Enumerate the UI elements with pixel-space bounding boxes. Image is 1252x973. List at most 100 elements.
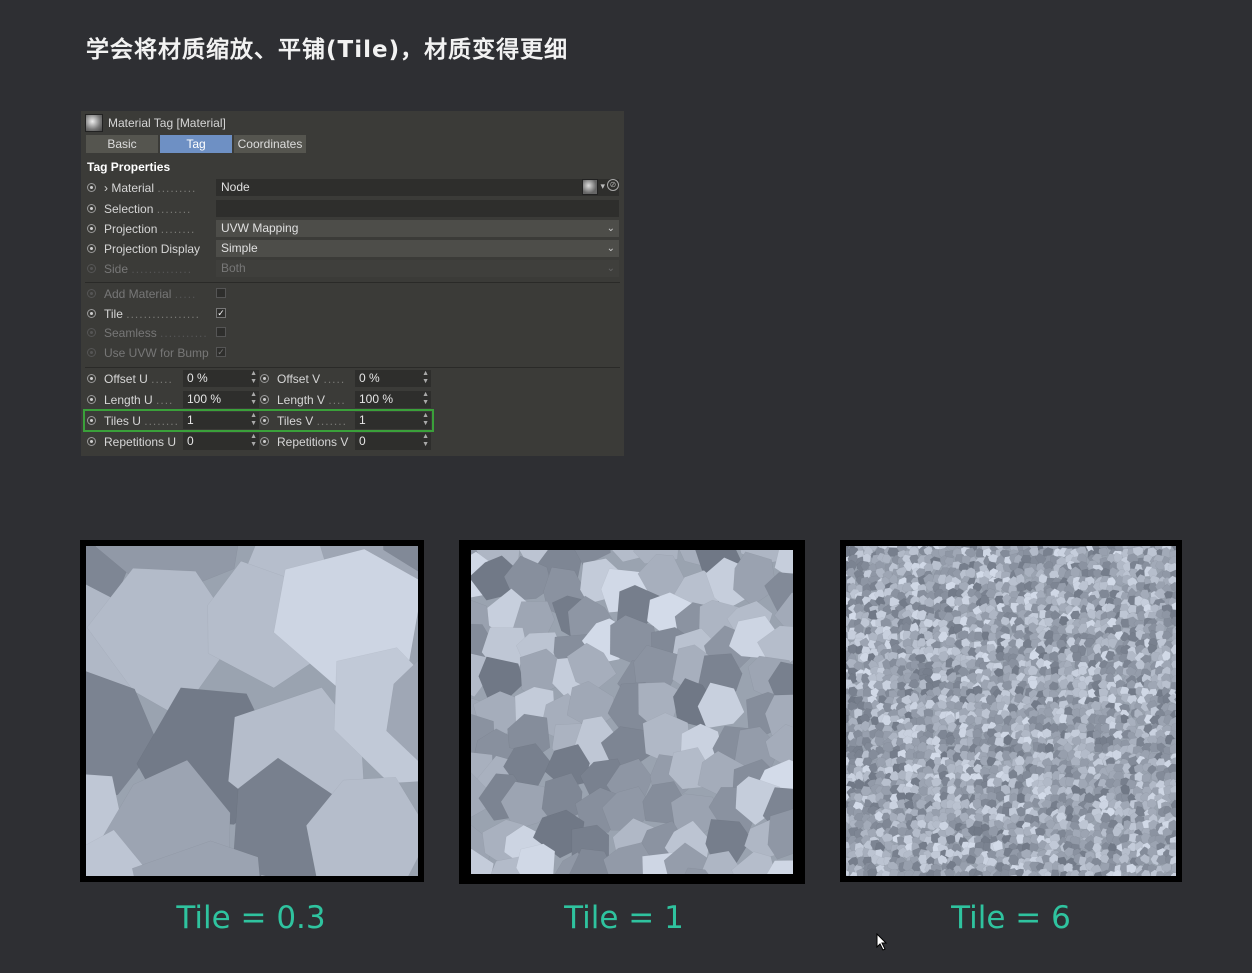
add-material-row: Add Material ..... xyxy=(81,285,624,303)
animate-radio-icon[interactable] xyxy=(87,224,96,233)
projection-value: UVW Mapping xyxy=(221,221,299,235)
repetitions-row: Repetitions U 0 ▲ ▼ Repetitions V 0 ▲ ▼ xyxy=(81,433,624,451)
voronoi-texture-fine xyxy=(846,546,1176,876)
seamless-row: Seamless ........... xyxy=(81,324,624,342)
animate-radio-icon[interactable] xyxy=(87,204,96,213)
use-uvw-bump-label: Use UVW for Bump xyxy=(104,346,209,360)
section-title: Tag Properties xyxy=(87,160,171,174)
spinner-arrows-icon[interactable]: ▲ ▼ xyxy=(250,370,257,386)
length-v-field[interactable]: 100 % ▲ ▼ xyxy=(355,391,431,408)
tab-bar: Basic Tag Coordinates xyxy=(86,135,308,153)
selection-field[interactable] xyxy=(216,200,619,217)
selection-label: Selection xyxy=(104,202,154,216)
animate-radio-icon[interactable] xyxy=(87,374,96,383)
selection-row: Selection ........ xyxy=(81,200,624,218)
preview-tile-1 xyxy=(459,540,805,884)
spinner-arrows-icon[interactable]: ▲ ▼ xyxy=(250,391,257,407)
material-sphere-icon xyxy=(582,179,599,195)
tile-label: Tile xyxy=(104,307,123,321)
spinner-arrows-icon[interactable]: ▲ ▼ xyxy=(422,391,429,407)
repetitions-v-field[interactable]: 0 ▲ ▼ xyxy=(355,433,431,450)
projection-display-label: Projection Display xyxy=(104,242,201,256)
tile-row: Tile ................. ✓ xyxy=(81,305,624,323)
chevron-down-icon: ⌄ xyxy=(606,263,615,274)
divider xyxy=(85,282,620,283)
add-material-label: Add Material xyxy=(104,287,172,301)
animate-radio-icon xyxy=(87,289,96,298)
animate-radio-icon[interactable] xyxy=(87,244,96,253)
chevron-down-icon[interactable]: ▾ xyxy=(600,179,605,195)
offset-u-field[interactable]: 0 % ▲ ▼ xyxy=(183,370,259,387)
material-label: › Material xyxy=(104,181,155,195)
tiles-v-field[interactable]: 1 ▲ ▼ xyxy=(355,412,431,429)
projection-select[interactable]: UVW Mapping ⌄ xyxy=(216,220,619,237)
projection-row: Projection ........ UVW Mapping ⌄ xyxy=(81,220,624,238)
animate-radio-icon[interactable] xyxy=(87,309,96,318)
length-u-value: 100 % xyxy=(187,392,222,406)
projection-display-select[interactable]: Simple ⌄ xyxy=(216,240,619,257)
offset-u-value: 0 % xyxy=(187,371,208,385)
caption-tile-6: Tile = 6 xyxy=(951,900,1071,936)
material-tag-icon xyxy=(85,114,103,132)
use-uvw-bump-row: Use UVW for Bump ✓ xyxy=(81,344,624,362)
spinner-arrows-icon[interactable]: ▲ ▼ xyxy=(250,433,257,449)
spinner-arrows-icon[interactable]: ▲ ▼ xyxy=(422,370,429,386)
panel-header-title: Material Tag [Material] xyxy=(108,116,226,130)
repetitions-u-label: Repetitions U xyxy=(104,435,177,449)
use-uvw-bump-checkbox: ✓ xyxy=(216,347,226,357)
divider xyxy=(85,367,620,368)
link-icon[interactable]: ⊘ xyxy=(607,179,619,191)
projection-display-row: Projection Display Simple ⌄ xyxy=(81,240,624,258)
side-value: Both xyxy=(221,261,246,275)
offset-row: Offset U ..... 0 % ▲ ▼ Offset V ..... 0 %… xyxy=(81,370,624,388)
tiles-v-label: Tiles V xyxy=(277,414,314,428)
offset-u-label: Offset U xyxy=(104,372,148,386)
caption-tile-0-3: Tile = 0.3 xyxy=(176,900,326,936)
animate-radio-icon xyxy=(87,348,96,357)
side-row: Side .............. Both ⌄ xyxy=(81,260,624,278)
material-row: › Material ......... Node ▾ ⊘ xyxy=(81,179,624,197)
material-field[interactable]: Node ▾ ⊘ xyxy=(216,179,619,196)
side-label: Side xyxy=(104,262,129,276)
tiles-u-field[interactable]: 1 ▲ ▼ xyxy=(183,412,259,429)
offset-v-label: Offset V xyxy=(277,372,321,386)
spinner-arrows-icon[interactable]: ▲ ▼ xyxy=(422,412,429,428)
length-row: Length U .... 100 % ▲ ▼ Length V .... 100… xyxy=(81,391,624,409)
animate-radio-icon[interactable] xyxy=(260,374,269,383)
chevron-down-icon: ⌄ xyxy=(606,223,615,234)
animate-radio-icon[interactable] xyxy=(260,437,269,446)
animate-radio-icon[interactable] xyxy=(87,416,96,425)
tab-tag[interactable]: Tag xyxy=(160,135,232,153)
preview-tile-0-3 xyxy=(80,540,424,882)
animate-radio-icon[interactable] xyxy=(87,395,96,404)
animate-radio-icon[interactable] xyxy=(260,395,269,404)
spinner-arrows-icon[interactable]: ▲ ▼ xyxy=(250,412,257,428)
voronoi-texture-medium xyxy=(471,550,793,874)
material-tag-panel: Material Tag [Material] Basic Tag Coordi… xyxy=(81,111,624,456)
projection-display-value: Simple xyxy=(221,241,258,255)
chevron-down-icon: ⌄ xyxy=(606,243,615,254)
panel-header: Material Tag [Material] xyxy=(85,114,226,132)
repetitions-u-value: 0 xyxy=(187,434,194,448)
tab-coordinates[interactable]: Coordinates xyxy=(234,135,306,153)
repetitions-u-field[interactable]: 0 ▲ ▼ xyxy=(183,433,259,450)
tiles-u-value: 1 xyxy=(187,413,194,427)
tiles-u-label: Tiles U xyxy=(104,414,141,428)
repetitions-v-label: Repetitions V xyxy=(277,435,349,449)
animate-radio-icon[interactable] xyxy=(87,183,96,192)
spinner-arrows-icon[interactable]: ▲ ▼ xyxy=(422,433,429,449)
animate-radio-icon xyxy=(87,264,96,273)
projection-label: Projection xyxy=(104,222,158,236)
tiles-row: Tiles U ........ 1 ▲ ▼ Tiles V ....... 1 … xyxy=(81,409,624,432)
side-select: Both ⌄ xyxy=(216,260,619,277)
animate-radio-icon[interactable] xyxy=(260,416,269,425)
animate-radio-icon[interactable] xyxy=(87,437,96,446)
tile-checkbox[interactable]: ✓ xyxy=(216,308,226,318)
tab-basic[interactable]: Basic xyxy=(86,135,158,153)
preview-tile-6 xyxy=(840,540,1182,882)
length-u-field[interactable]: 100 % ▲ ▼ xyxy=(183,391,259,408)
caption-tile-1: Tile = 1 xyxy=(564,900,684,936)
offset-v-field[interactable]: 0 % ▲ ▼ xyxy=(355,370,431,387)
repetitions-v-value: 0 xyxy=(359,434,366,448)
material-value: Node xyxy=(221,180,250,194)
